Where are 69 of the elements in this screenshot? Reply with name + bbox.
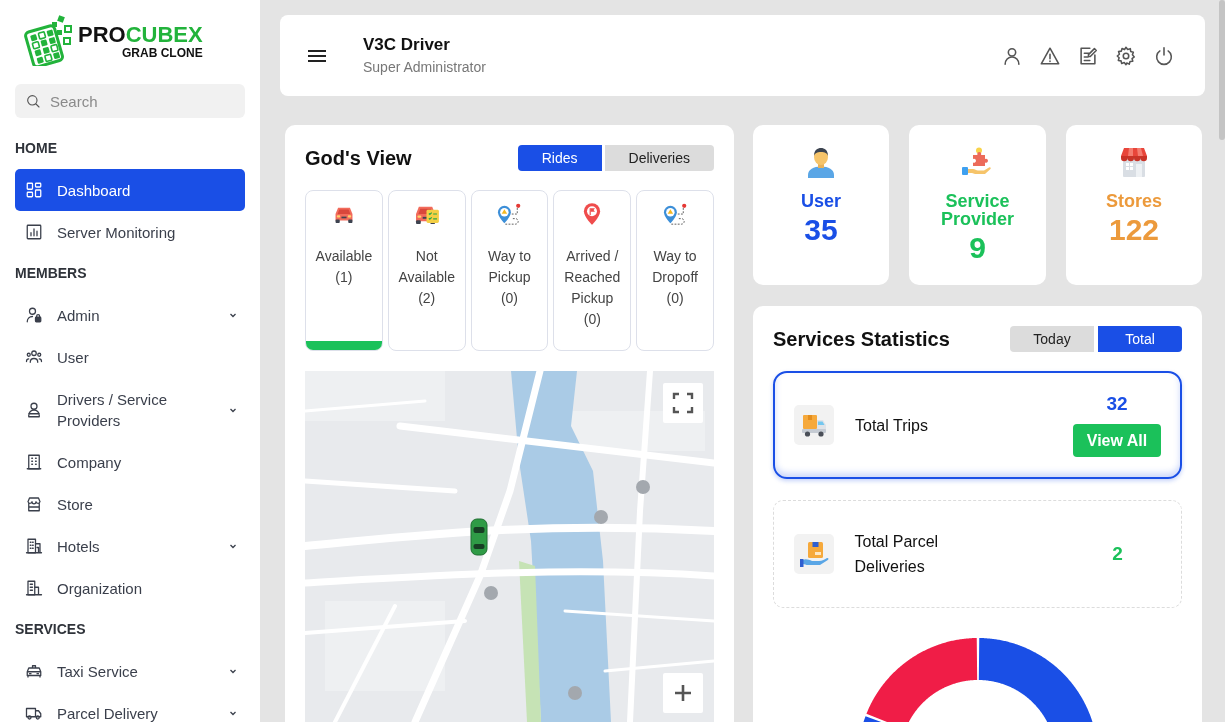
account-name: V3C Driver [363, 34, 451, 56]
delivery-truck-icon [794, 405, 834, 445]
parcel-hand-icon [793, 534, 834, 574]
stat-label: User [801, 192, 841, 210]
status-card[interactable]: Available (1) [305, 190, 383, 351]
sidebar-item[interactable]: Hotels [15, 525, 245, 567]
car-checklist-icon [413, 204, 441, 224]
edit-icon[interactable] [1077, 44, 1099, 67]
search-field[interactable]: Search [15, 84, 245, 118]
filter-tab[interactable]: Deliveries [604, 145, 714, 171]
sidebar-item[interactable]: Organization [15, 567, 245, 609]
sidebar-item[interactable]: Server Monitoring [15, 211, 245, 253]
users-icon [25, 348, 43, 366]
filter-tab[interactable]: Rides [517, 145, 602, 171]
brand-tagline: GRAB CLONE [122, 47, 203, 60]
sidebar-item[interactable]: Dashboard [15, 169, 245, 211]
settings-icon[interactable] [1115, 44, 1137, 67]
route-pin-icon [496, 202, 523, 226]
stat-value: 2 [1112, 543, 1123, 565]
stat-label: Total Parcel Deliveries [854, 532, 940, 577]
account-role: Super Administrator [363, 58, 486, 77]
stat-value: 32 [1106, 393, 1128, 415]
sidebar-item[interactable]: Company [15, 441, 245, 483]
filter-tab[interactable]: Today [1010, 326, 1094, 352]
person-icon [25, 400, 43, 419]
route-pin-icon [662, 202, 689, 226]
sidebar-item[interactable]: Drivers / Service Providers [15, 378, 245, 441]
section-heading: MEMBERS [15, 264, 88, 283]
card-title: Services Statistics [773, 327, 950, 352]
brand-name: PROCUBEX [78, 23, 203, 47]
user-lock-icon [25, 306, 43, 324]
status-card[interactable]: Arrived / Reached Pickup (0) [553, 190, 632, 351]
car-marker-icon [470, 518, 488, 556]
filter-tab[interactable]: Total [1098, 326, 1182, 352]
stat-value: 122 [1108, 215, 1160, 245]
zoom-in-icon[interactable] [663, 673, 703, 713]
stat-value: 35 [804, 215, 838, 245]
power-icon[interactable] [1153, 44, 1175, 67]
bar-chart-icon [25, 223, 43, 241]
stat-value: 9 [969, 233, 986, 263]
sidebar-item[interactable]: Taxi Service [15, 650, 245, 692]
sidebar-item[interactable]: Parcel Delivery [15, 692, 245, 722]
storefront-icon [25, 495, 43, 513]
stat-label: Service Provider [940, 192, 1015, 228]
storefront-icon [1118, 146, 1150, 178]
status-card[interactable]: Not Available (2) [387, 190, 466, 351]
section-heading: SERVICES [15, 620, 87, 639]
building-icon [25, 537, 43, 555]
sidebar-item[interactable]: User [15, 336, 245, 378]
section-heading: HOME [15, 139, 58, 158]
grid-icon [25, 181, 43, 199]
stat-label: Stores [1106, 192, 1162, 210]
taxi-icon [25, 662, 43, 680]
flag-pin-icon [583, 202, 602, 226]
search-icon [25, 93, 41, 109]
status-card[interactable]: Way to Pickup (0) [470, 190, 549, 351]
sidebar-item[interactable]: Admin [15, 294, 245, 336]
status-card[interactable]: Way to Dropoff (0) [636, 190, 714, 351]
building-icon [25, 579, 43, 597]
person-icon [805, 146, 837, 178]
puzzle-hand-icon [961, 146, 994, 178]
sidebar-item[interactable]: Store [15, 483, 245, 525]
fullscreen-icon[interactable] [663, 383, 703, 423]
building-icon [25, 453, 43, 471]
logo-icon [24, 14, 74, 66]
stat-label: Total Trips [855, 415, 929, 436]
card-title: God's View [305, 146, 412, 171]
scrollbar-thumb[interactable] [1219, 0, 1225, 140]
menu-icon[interactable] [308, 49, 326, 62]
